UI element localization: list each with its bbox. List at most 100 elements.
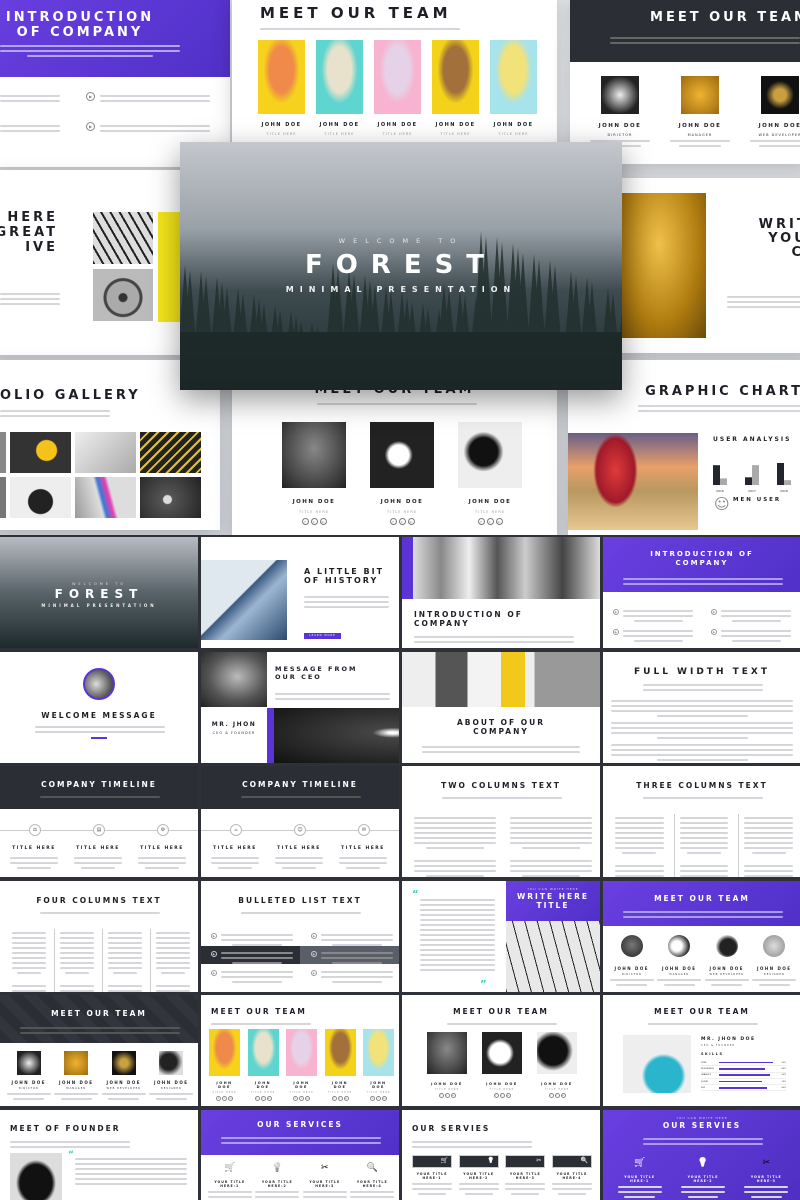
team-member[interactable]: JOHN DOE TITLE HERE bbox=[258, 40, 305, 136]
team-member[interactable]: JOHN DOE TITLE HERE bbox=[316, 40, 363, 136]
social-icon[interactable]: f bbox=[493, 1093, 499, 1098]
tile-servies-purple[interactable]: YOU CAN WRITE HERE OUR SERVIES 🛒 YOUR TIT… bbox=[603, 1110, 800, 1200]
team-member[interactable]: JOHN DOE TITLE HERE f t in bbox=[282, 422, 346, 525]
tile-intro-purple[interactable]: INTRODUCTION OF COMPANY ▶ ▶ ▶ ▶ bbox=[603, 537, 800, 648]
social-icon[interactable]: in bbox=[560, 1093, 566, 1098]
slide-team-colors[interactable]: MEET OUR TEAM JOHN DOE TITLE HERE JOHN DOE… bbox=[232, 0, 557, 142]
service-item[interactable]: 🔍 YOUR TITLE HERE:4 bbox=[350, 1163, 395, 1200]
service-item[interactable]: ✂ YOUR TITLE HERE-3 bbox=[744, 1158, 789, 1200]
slide-write-title[interactable]: WRITE HYOUR GCREAT bbox=[612, 178, 800, 353]
social-icon[interactable]: t bbox=[486, 518, 494, 525]
tile-team-skills[interactable]: MEET OUR TEAM MR. JHON DOE CEO & FOUNDER… bbox=[603, 995, 800, 1106]
team-member[interactable]: JOHN DOE DIRICTOR bbox=[590, 76, 650, 150]
tile-founder[interactable]: MEET OF FOUNDER “ bbox=[0, 1110, 198, 1200]
learn-more-button[interactable]: LEARN MORE bbox=[304, 633, 341, 639]
team-member[interactable]: JOHN DOE TITLE HERE f t in bbox=[247, 1029, 279, 1101]
tile-ceo[interactable]: MESSAGE FROM OUR CEO MR. JHON CEO & FOUN… bbox=[201, 652, 399, 763]
team-member[interactable]: JOHN DOE WEB DEVELOPER bbox=[101, 1051, 146, 1103]
team-member[interactable]: JOHN DOE WEB DEVELOPER bbox=[750, 76, 800, 150]
tile-team-bw[interactable]: MEET OUR TEAM JOHN DOE TITLE HERE f t in JOHN… bbox=[402, 995, 600, 1106]
team-member[interactable]: JOHN DOE TITLE HERE f t in bbox=[482, 1032, 522, 1098]
tile-bulleted[interactable]: BULLETED LIST TEXT ▶ ▶ ▶ ▶ ▶ ▶ bbox=[201, 881, 399, 992]
social-icon[interactable]: t bbox=[398, 518, 406, 525]
service-item[interactable]: 💡 YOUR TITLE HERE:2 bbox=[255, 1163, 300, 1200]
social-icon[interactable]: f bbox=[370, 1096, 375, 1101]
social-icon[interactable]: t bbox=[499, 1093, 505, 1098]
social-icon[interactable]: f bbox=[301, 518, 309, 525]
tile-history[interactable]: A LITTLE BIT OF HISTORY LEARN MORE bbox=[201, 537, 399, 648]
team-member[interactable]: JOHN DOE TITLE HERE bbox=[374, 40, 421, 136]
team-member[interactable]: JOHN DOE TITLE HERE f t in bbox=[427, 1032, 467, 1098]
service-item[interactable]: 💡 YOUR TITLE HERE-2 bbox=[680, 1158, 725, 1200]
slide-cover-forest[interactable]: WELCOME TO FOREST MINIMAL PRESENTATION bbox=[180, 142, 622, 390]
social-icon[interactable]: f bbox=[477, 518, 485, 525]
tile-two-columns[interactable]: TWO COLUMNS TEXT bbox=[402, 766, 600, 877]
team-member[interactable]: JOHN DOE MANAGER bbox=[670, 76, 730, 150]
team-member[interactable]: JOHN DOE DIRICTOR bbox=[6, 1051, 51, 1103]
tile-team-dark[interactable]: MEET OUR TEAM JOHN DOE DIRICTOR JOHN DOE MA… bbox=[0, 995, 198, 1106]
social-icon[interactable]: in bbox=[305, 1096, 310, 1101]
social-icon[interactable]: t bbox=[299, 1096, 304, 1101]
slide-creative[interactable]: HERE GREAT IVE bbox=[0, 170, 190, 355]
team-member[interactable]: JOHN DOE TITLE HERE bbox=[432, 40, 479, 136]
tile-team-colors[interactable]: MEET OUR TEAM JOHN DOE TITLE HERE f t in JOHN… bbox=[201, 995, 399, 1106]
tile-cover[interactable]: WELCOME TO FOREST MINIMAL PRESENTATION bbox=[0, 537, 198, 648]
service-item[interactable]: 🛒 YOUR TITLE HERE-1 bbox=[617, 1158, 662, 1200]
service-item[interactable]: 🛒 YOUR TITLE HERE-1 bbox=[412, 1155, 452, 1198]
social-icon[interactable]: t bbox=[444, 1093, 450, 1098]
social-icon[interactable]: t bbox=[310, 518, 318, 525]
tile-intro-photo[interactable]: INTRODUCTION OF COMPANY bbox=[402, 537, 600, 648]
tile-three-columns[interactable]: THREE COLUMNS TEXT bbox=[603, 766, 800, 877]
social-icon[interactable]: f bbox=[438, 1093, 444, 1098]
team-member[interactable]: JOHN DOE DESIGNER bbox=[149, 1051, 194, 1103]
social-icon[interactable]: in bbox=[505, 1093, 511, 1098]
tile-services-purple[interactable]: OUR SERVICES 🛒 YOUR TITLE HERE:1 💡 YOUR TIT… bbox=[201, 1110, 399, 1200]
tile-write-here[interactable]: “ ” YOU CAN WRITE HERE WRITE HERE TITLE bbox=[402, 881, 600, 992]
team-member[interactable]: JOHN DOE TITLE HERE f t in bbox=[286, 1029, 317, 1101]
team-member[interactable]: JOHN DOE WEB DEVELOPER bbox=[704, 935, 749, 989]
social-icon[interactable]: f bbox=[389, 518, 397, 525]
social-icon[interactable]: t bbox=[337, 1096, 343, 1101]
team-member[interactable]: JOHN DOE TITLE HERE f t in bbox=[458, 422, 522, 525]
tile-welcome[interactable]: WELCOME MESSAGE bbox=[0, 652, 198, 763]
social-icon[interactable]: f bbox=[548, 1093, 554, 1098]
social-icon[interactable]: f bbox=[293, 1096, 298, 1101]
team-member[interactable]: JOHN DOE TITLE HERE f t in bbox=[537, 1032, 577, 1098]
tile-team-purple[interactable]: MEET OUR TEAM JOHN DOE DIRICTOR JOHN DOE MA… bbox=[603, 881, 800, 992]
tile-timeline-2[interactable]: COMPANY TIMELINE ☕ TITLE HERE ☺ TITLE HERE ✉… bbox=[201, 766, 399, 877]
team-member[interactable]: JOHN DOE DIRICTOR bbox=[609, 935, 654, 989]
social-icon[interactable]: t bbox=[554, 1093, 560, 1098]
social-icon[interactable]: in bbox=[450, 1093, 456, 1098]
slide-team-dark[interactable]: MEET OUR TEAM JOHN DOE DIRICTOR JOHN DOE MA… bbox=[570, 0, 800, 164]
social-icon[interactable]: in bbox=[228, 1096, 233, 1101]
social-icon[interactable]: f bbox=[216, 1096, 221, 1101]
social-icon[interactable]: t bbox=[376, 1096, 381, 1101]
service-item[interactable]: 💡 YOUR TITLE HERE-2 bbox=[458, 1155, 499, 1198]
social-icon[interactable]: t bbox=[260, 1096, 266, 1101]
tile-timeline-1[interactable]: COMPANY TIMELINE ⚖ TITLE HERE ▤ TITLE HERE ⚙… bbox=[0, 766, 198, 877]
social-icon[interactable]: in bbox=[382, 1096, 387, 1101]
social-icon[interactable]: in bbox=[343, 1096, 349, 1101]
social-icon[interactable]: f bbox=[331, 1096, 337, 1101]
social-icon[interactable]: in bbox=[495, 518, 503, 525]
social-icon[interactable]: t bbox=[222, 1096, 227, 1101]
tile-four-columns[interactable]: FOUR COLUMNS TEXT bbox=[0, 881, 198, 992]
team-member[interactable]: JOHN DOE MANAGER bbox=[54, 1051, 99, 1103]
tile-full-width[interactable]: FULL WIDTH TEXT bbox=[603, 652, 800, 763]
tile-about[interactable]: ABOUT OF OUR COMPANY bbox=[402, 652, 600, 763]
team-member[interactable]: JOHN DOE DESIGNER bbox=[752, 935, 797, 989]
service-item[interactable]: 🛒 YOUR TITLE HERE:1 bbox=[207, 1163, 252, 1200]
social-icon[interactable]: f bbox=[254, 1096, 260, 1101]
social-icon[interactable]: in bbox=[407, 518, 415, 525]
service-item[interactable]: 🔍 YOUR TITLE HERE-4 bbox=[551, 1155, 592, 1198]
team-member[interactable]: JOHN DOE TITLE HERE f t in bbox=[370, 422, 434, 525]
team-member[interactable]: JOHN DOE TITLE HERE f t in bbox=[363, 1029, 394, 1101]
team-member[interactable]: JOHN DOE TITLE HERE f t in bbox=[324, 1029, 356, 1101]
social-icon[interactable]: in bbox=[319, 518, 327, 525]
service-item[interactable]: ✂ YOUR TITLE HERE-3 bbox=[505, 1155, 546, 1198]
service-item[interactable]: ✂ YOUR TITLE HERE:3 bbox=[302, 1163, 347, 1200]
team-member[interactable]: JOHN DOE TITLE HERE f t in bbox=[209, 1029, 240, 1101]
team-member[interactable]: JOHN DOE TITLE HERE bbox=[490, 40, 537, 136]
social-icon[interactable]: in bbox=[266, 1096, 272, 1101]
tile-servies-white[interactable]: OUR SERVIES 🛒 YOUR TITLE HERE-1 💡 YOUR TITL… bbox=[402, 1110, 600, 1200]
